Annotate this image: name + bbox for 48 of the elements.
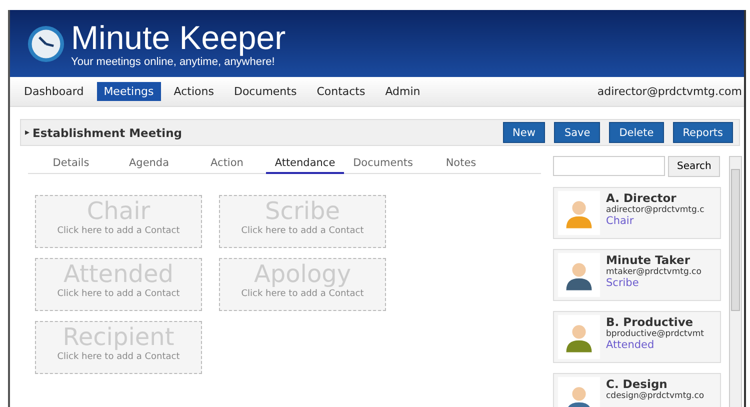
meeting-title: Establishment Meeting [32, 126, 182, 140]
nav-item[interactable]: Meetings [96, 82, 161, 101]
contact-name: B. Productive [606, 315, 694, 329]
toolbar-button[interactable]: Reports [672, 122, 733, 143]
contact-role: Attended [606, 339, 656, 351]
avatar-icon [558, 191, 600, 235]
user-email: adirector@prdctvmtg.com [597, 85, 742, 98]
tab[interactable]: Details [32, 156, 110, 173]
nav-item[interactable]: Admin [378, 82, 428, 101]
tab[interactable]: Documents [344, 156, 422, 173]
contact-email: adirector@prdctvmtg.c [606, 205, 704, 215]
slot-hint: Click here to add a Contact [57, 352, 180, 362]
contact-name: Minute Taker [606, 253, 691, 267]
clock-icon [27, 24, 65, 62]
tab[interactable]: Agenda [110, 156, 188, 173]
contact-email: mtaker@prdctvmtg.co [606, 267, 702, 277]
toolbar-button[interactable]: Save [554, 122, 600, 143]
tab[interactable]: Action [188, 156, 266, 173]
nav-item[interactable]: Dashboard [17, 82, 91, 101]
contact-card[interactable]: C. Design cdesign@prdctvmtg.co [553, 373, 721, 407]
contact-role: Scribe [606, 277, 640, 289]
search-button[interactable]: Search [668, 156, 720, 177]
contact-card[interactable]: B. Productive bproductive@prdctvmt Attended [553, 311, 721, 363]
nav-item[interactable]: Contacts [310, 82, 372, 101]
toolbar-button[interactable]: New [502, 122, 546, 143]
tab[interactable]: Attendance [266, 156, 344, 174]
avatar-icon [558, 253, 600, 297]
nav-item[interactable]: Actions [166, 82, 221, 101]
contact-email: bproductive@prdctvmt [606, 329, 704, 339]
toolbar-button[interactable]: Delete [609, 122, 664, 143]
contact-email: cdesign@prdctvmtg.co [606, 391, 704, 401]
app-tagline: Your meetings online, anytime, anywhere! [71, 56, 275, 68]
slot-hint: Click here to add a Contact [241, 226, 364, 236]
tab[interactable]: Notes [422, 156, 500, 173]
search-field[interactable] [553, 156, 665, 176]
contact-card[interactable]: A. Director adirector@prdctvmtg.c Chair [553, 187, 721, 239]
nav-item[interactable]: Documents [226, 82, 304, 101]
contact-card[interactable]: Minute Taker mtaker@prdctvmtg.co Scribe [553, 249, 721, 301]
slot-hint: Click here to add a Contact [57, 226, 180, 236]
slot-hint: Click here to add a Contact [57, 289, 180, 299]
app-title: Minute Keeper [71, 20, 286, 56]
avatar-icon [558, 315, 600, 359]
expand-toggle[interactable]: ▸ [25, 128, 30, 138]
scrollbar[interactable] [729, 156, 742, 407]
contact-role: Chair [606, 215, 635, 227]
slot-hint: Click here to add a Contact [241, 289, 364, 299]
contact-name: A. Director [606, 191, 678, 205]
contact-name: C. Design [606, 377, 668, 391]
